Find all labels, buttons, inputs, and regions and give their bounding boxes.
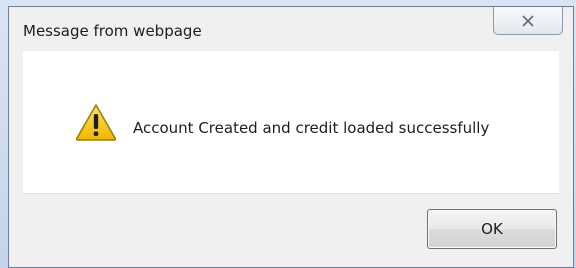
alert-dialog: Message from webpage Account Created and… — [8, 6, 574, 268]
dialog-message: Account Created and credit loaded succes… — [133, 119, 490, 137]
close-button[interactable] — [493, 7, 563, 35]
dialog-footer: OK — [23, 193, 559, 264]
close-x-icon — [522, 14, 534, 27]
ok-button[interactable]: OK — [427, 209, 557, 249]
dialog-titlebar: Message from webpage — [9, 7, 573, 51]
warning-triangle-icon — [75, 104, 117, 141]
dialog-content: Account Created and credit loaded succes… — [23, 51, 559, 193]
dialog-title: Message from webpage — [23, 22, 202, 40]
